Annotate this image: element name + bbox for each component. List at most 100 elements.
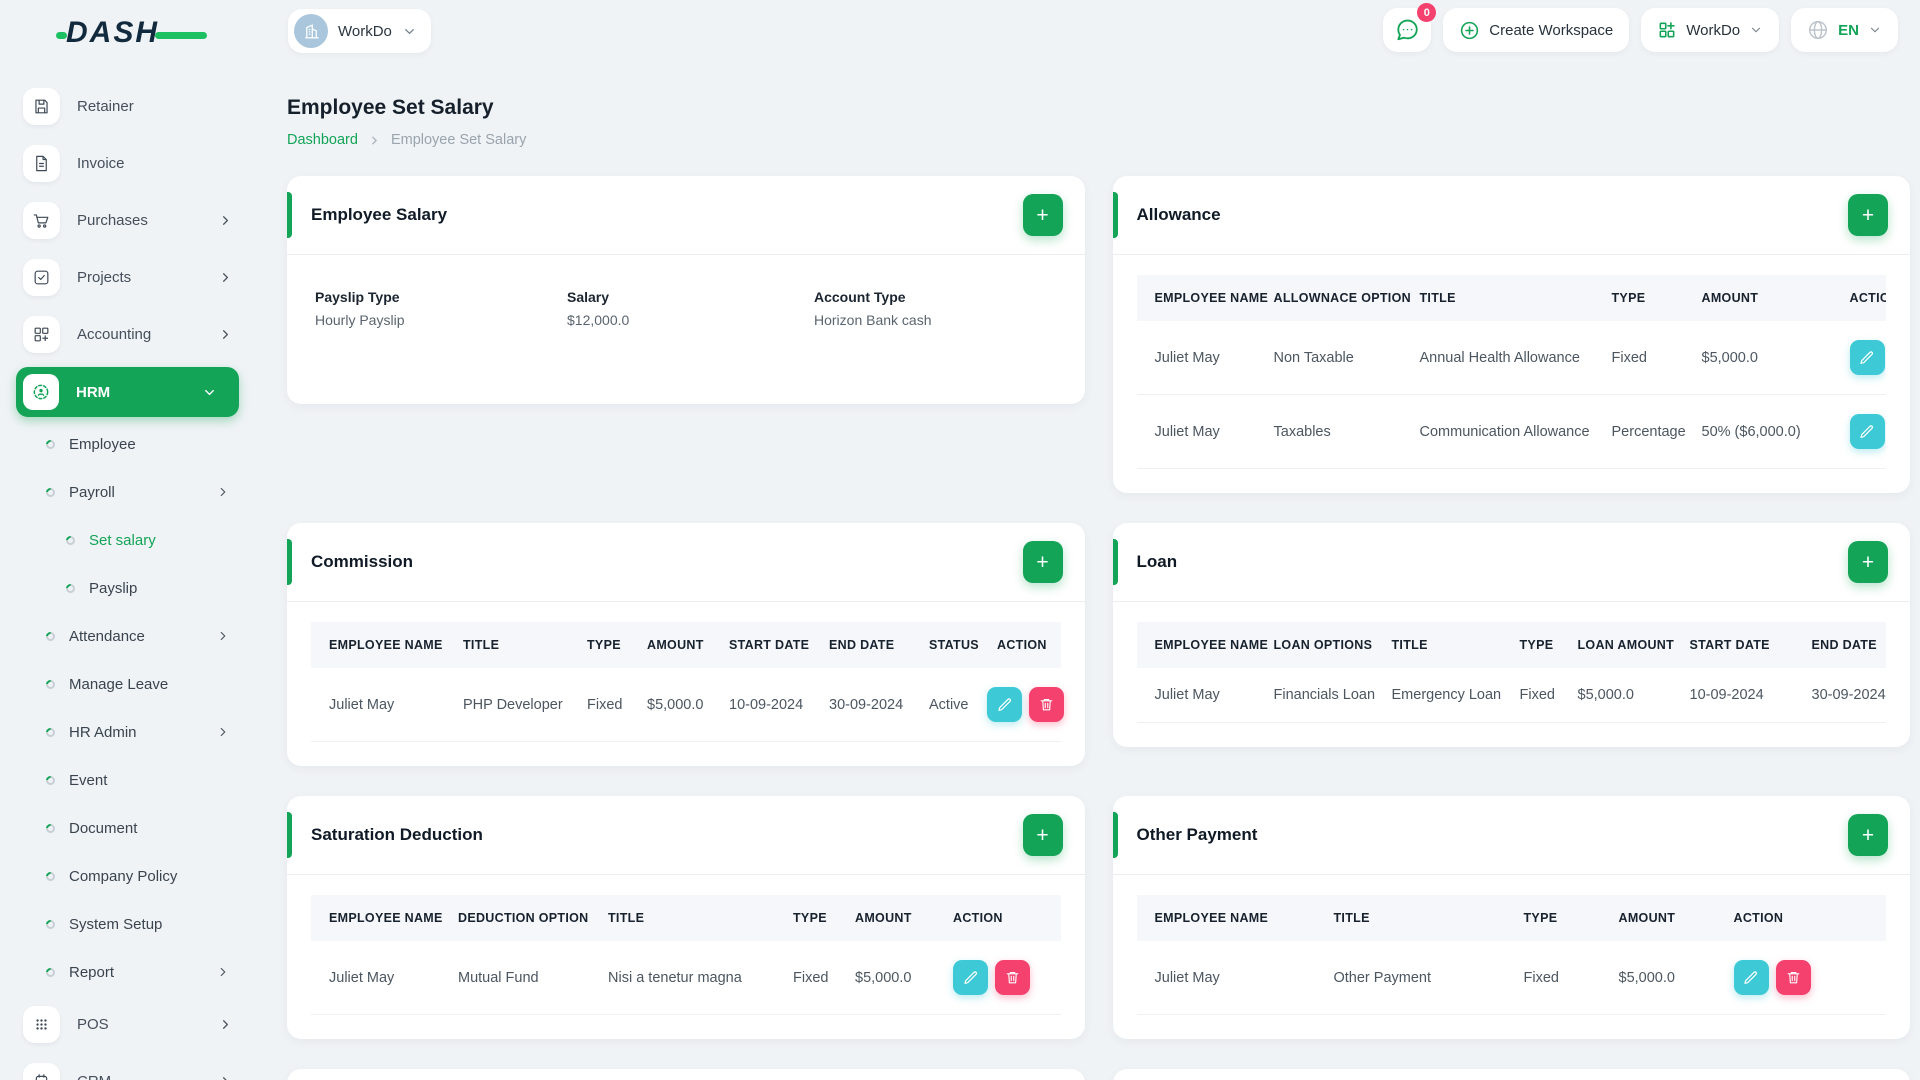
edit-button[interactable] [1849,414,1885,449]
sidebar-subitem-attendance[interactable]: Attendance [0,612,263,660]
sidebar-item-retainer[interactable]: Retainer [0,78,263,135]
bullet-icon [44,821,57,835]
workspace-menu-button[interactable]: WorkDo [1641,8,1780,52]
bullet-icon [64,581,77,595]
edit-button[interactable] [987,687,1022,722]
pencil-icon [1744,970,1757,984]
cell-type: Fixed [781,941,843,1015]
language-selector[interactable]: EN [1791,8,1898,52]
messages-button[interactable]: 0 [1383,3,1437,52]
sidebar-subitem-event[interactable]: Event [0,756,263,804]
column-header: ACTION [985,622,1061,668]
employee-salary-card: Employee Salary + Payslip Type Hourly Pa… [287,176,1085,404]
sidebar-item-projects[interactable]: Projects [0,249,263,306]
create-workspace-button[interactable]: Create Workspace [1443,8,1630,52]
bullet-icon [44,965,57,979]
sidebar-item-pos[interactable]: POS [0,996,263,1053]
sidebar-subitem-employee[interactable]: Employee [0,420,263,468]
add-commission-button[interactable]: + [1022,541,1063,583]
chevron-right-icon [216,629,230,643]
delete-button[interactable] [1775,960,1811,995]
sidebar-item-hrm[interactable]: HRM [16,367,239,417]
card-title: Employee Salary [311,205,448,224]
delete-button[interactable] [995,960,1030,995]
column-header: EMPLOYEE NAME [1136,895,1322,941]
breadcrumb: Dashboard Employee Set Salary [287,132,1910,148]
edit-button[interactable] [953,960,988,995]
sidebar-subitem-company-policy[interactable]: Company Policy [0,852,263,900]
cell-allowance-option: Taxables [1261,394,1408,469]
edit-button[interactable] [1733,960,1769,995]
column-header: ACTION [1721,895,1886,941]
add-loan-button[interactable]: + [1848,541,1888,583]
sidebar-subitem-set-salary[interactable]: Set salary [0,516,263,564]
column-header: AMOUNT [843,895,941,941]
sidebar-subitem-manage-leave[interactable]: Manage Leave [0,660,263,708]
sidebar-subitem-label: Employee [69,435,136,453]
loan-table: EMPLOYEE NAME LOAN OPTIONS TITLE TYPE LO… [1136,622,1886,723]
bullet-icon [44,869,57,883]
cell-employee-name: Juliet May [311,668,451,742]
bullet-icon [44,725,57,739]
salary-field: Salary $12,000.0 [567,289,814,328]
field-label: Payslip Type [315,289,400,305]
cell-employee-name: Juliet May [311,941,446,1015]
chevron-right-icon [218,1074,233,1080]
field-value: Hourly Payslip [315,312,405,328]
add-other-payment-button[interactable]: + [1848,814,1888,856]
bullet-icon [44,773,57,787]
pencil-icon [1860,350,1873,364]
delete-button[interactable] [1029,687,1064,722]
add-employee-salary-button[interactable]: + [1022,194,1063,236]
sidebar-item-label: Invoice [77,155,125,172]
card-accent [287,812,292,858]
sidebar-item-invoice[interactable]: Invoice [0,135,263,192]
sidebar: Retainer Invoice Purchases Projects Acco… [0,58,263,1080]
sidebar-subitem-report[interactable]: Report [0,948,263,996]
sidebar-item-accounting[interactable]: Accounting [0,306,263,363]
table-row: Juliet May Mutual Fund Nisi a tenetur ma… [311,941,1061,1015]
column-header: TITLE [1321,895,1512,941]
column-header: END DATE [1799,622,1886,668]
cell-type: Percentage [1599,394,1690,469]
sidebar-subitem-label: Set salary [89,531,156,549]
cell-start-date: 10-09-2024 [1677,668,1800,723]
sidebar-subitem-document[interactable]: Document [0,804,263,852]
table-header-row: EMPLOYEE NAME ALLOWNACE OPTION TITLE TYP… [1136,275,1886,321]
pencil-icon [1860,424,1873,438]
edit-button[interactable] [1849,340,1885,375]
bullet-icon [44,629,57,643]
field-label: Account Type [814,289,906,305]
breadcrumb-dashboard-link[interactable]: Dashboard [287,132,358,148]
trash-icon [1787,971,1799,984]
check-square-icon [23,259,60,296]
language-label: EN [1838,21,1859,39]
sidebar-subitem-payslip[interactable]: Payslip [0,564,263,612]
add-saturation-deduction-button[interactable]: + [1022,814,1063,856]
chevron-down-icon [202,385,217,400]
card-accent [1112,812,1118,858]
chat-badge: 0 [1417,3,1437,22]
bullet-icon [64,533,77,547]
payslip-type-field: Payslip Type Hourly Payslip [315,289,567,328]
cell-amount: 50% ($6,000.0) [1689,394,1838,469]
column-header: TITLE [1379,622,1508,668]
column-header: ACTION [941,895,1061,941]
account-type-field: Account Type Horizon Bank cash [814,289,1061,328]
column-header: TYPE [1599,275,1690,321]
field-value: Horizon Bank cash [814,312,932,328]
breadcrumb-current: Employee Set Salary [390,132,527,148]
cell-amount: $5,000.0 [1689,321,1838,395]
sidebar-subitem-system-setup[interactable]: System Setup [0,900,263,948]
sidebar-subitem-label: Document [69,819,138,837]
workspace-selector[interactable]: WorkDo [288,9,431,53]
add-allowance-button[interactable]: + [1848,194,1888,236]
sidebar-item-purchases[interactable]: Purchases [0,192,263,249]
allowance-table: EMPLOYEE NAME ALLOWNACE OPTION TITLE TYP… [1136,275,1886,469]
sidebar-item-label: Projects [77,269,132,286]
cell-title: PHP Developer [451,668,575,742]
sidebar-subitem-hr-admin[interactable]: HR Admin [0,708,263,756]
sidebar-item-crm[interactable]: CRM [0,1053,263,1080]
sidebar-subitem-payroll[interactable]: Payroll [0,468,263,516]
commission-table: EMPLOYEE NAME TITLE TYPE AMOUNT START DA… [311,622,1064,742]
